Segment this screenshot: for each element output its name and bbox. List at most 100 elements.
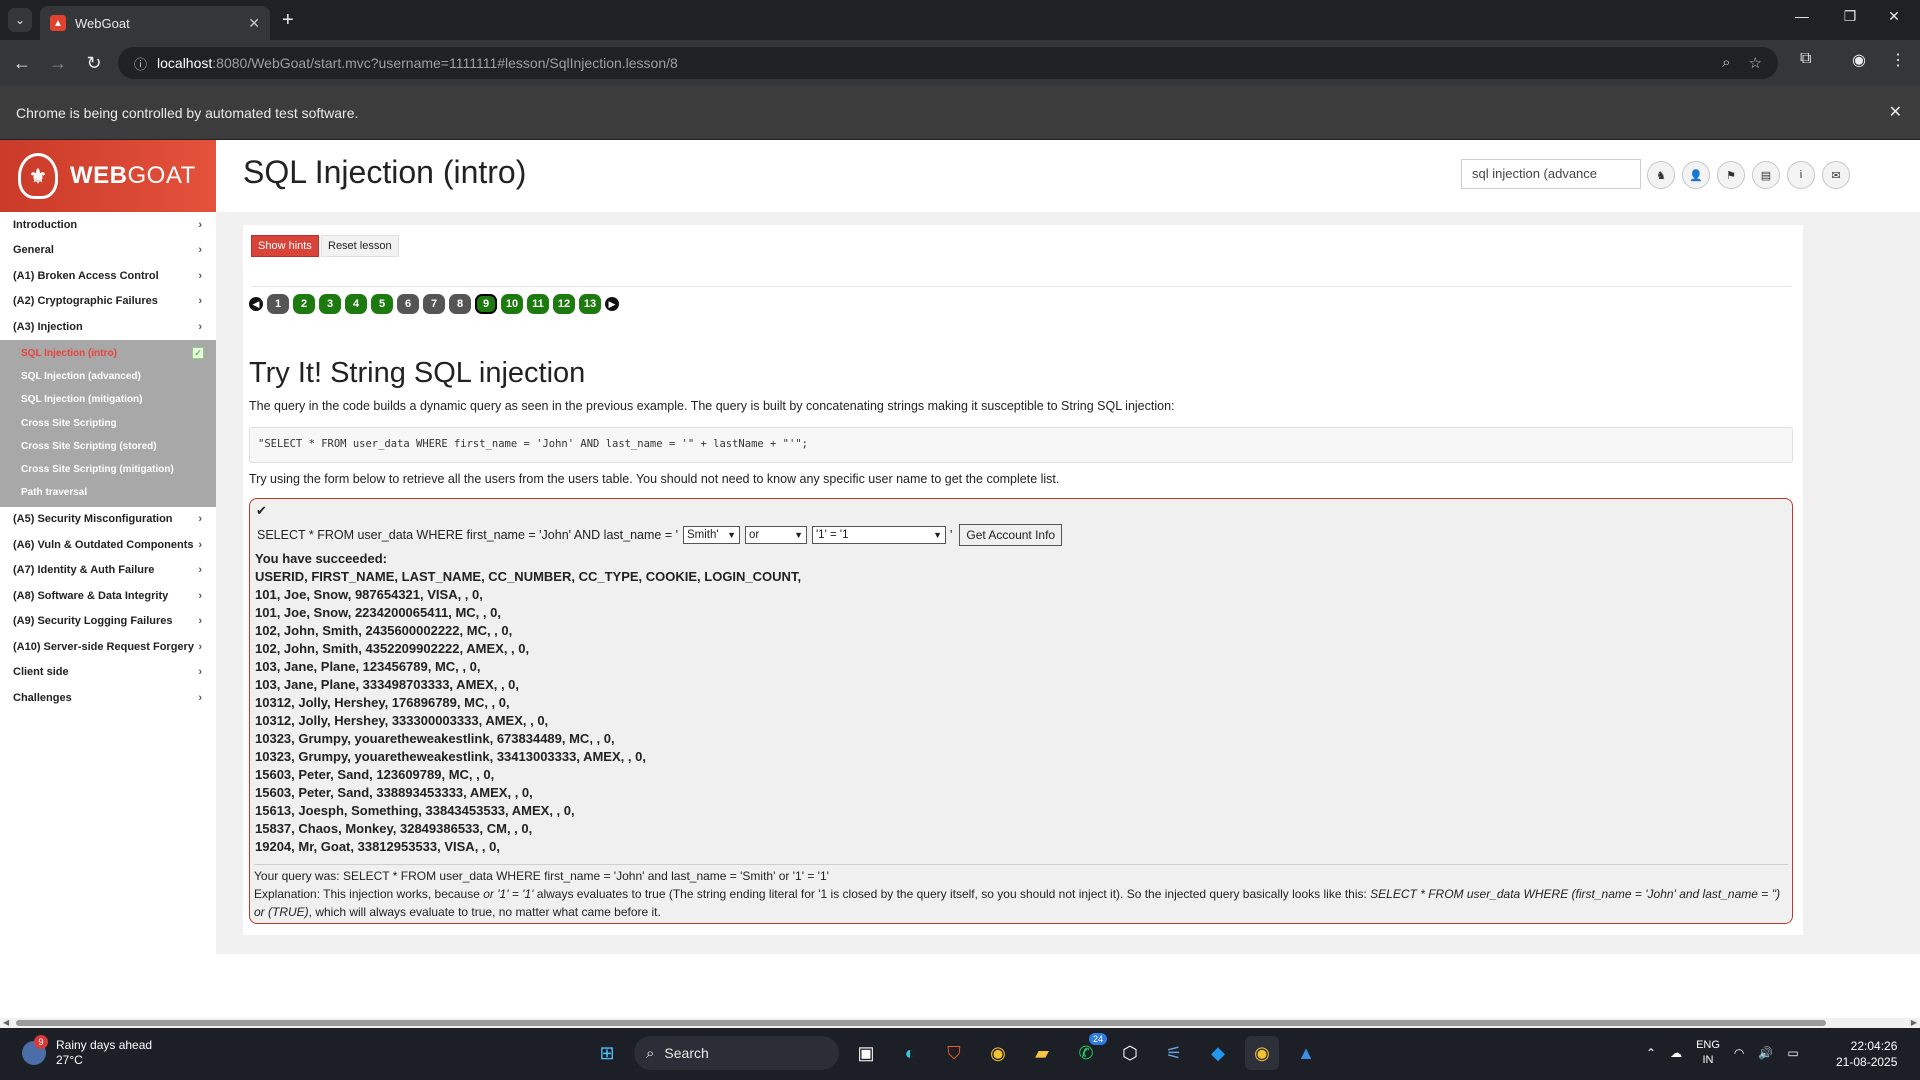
volume-icon[interactable]: 🔊	[1758, 1046, 1773, 1060]
sidebar-item-a6[interactable]: (A6) Vuln & Outdated Components ›	[0, 532, 216, 558]
submenu-path-traversal[interactable]: Path traversal	[0, 481, 216, 504]
sidebar-item-a7[interactable]: (A7) Identity & Auth Failure ›	[0, 558, 216, 584]
bookmark-star-icon[interactable]: ☆	[1749, 54, 1762, 72]
sidebar-item-introduction[interactable]: Introduction ›	[0, 212, 216, 238]
tab-close-icon[interactable]: ✕	[248, 15, 260, 32]
restore-icon[interactable]: ❐	[1830, 8, 1870, 25]
browser-menu-icon[interactable]: ⋮	[1890, 50, 1906, 70]
contact-mail-icon[interactable]: ✉	[1822, 161, 1850, 189]
sidebar-item-a1[interactable]: (A1) Broken Access Control ›	[0, 263, 216, 289]
taskbar-clock[interactable]: 22:04:26 21-08-2025	[1836, 1038, 1897, 1070]
report-card-icon[interactable]: ▤	[1752, 161, 1780, 189]
wireshark-icon[interactable]: ⚟	[1157, 1036, 1191, 1070]
language-indicator[interactable]: ENG IN	[1696, 1038, 1720, 1068]
sidebar-item-a3[interactable]: (A3) Injection ›	[0, 314, 216, 340]
page-link-3[interactable]: 3	[319, 294, 341, 314]
page-link-2[interactable]: 2	[293, 294, 315, 314]
language-flag-icon[interactable]: ⚑	[1717, 161, 1745, 189]
scrollbar-thumb[interactable]	[16, 1020, 1826, 1026]
show-hints-button[interactable]: Show hints	[251, 235, 319, 257]
lesson-search-input[interactable]: sql injection (advance	[1461, 159, 1641, 189]
page-link-9-current[interactable]: 9	[475, 294, 497, 314]
profile-icon[interactable]: ◉	[1852, 50, 1866, 70]
sidebar-item-challenges[interactable]: Challenges ›	[0, 685, 216, 711]
page-link-6[interactable]: 6	[397, 294, 419, 314]
get-account-info-button[interactable]: Get Account Info	[959, 524, 1063, 546]
windows-start-icon[interactable]: ⊞	[590, 1036, 624, 1070]
sidebar-item-client-side[interactable]: Client side ›	[0, 660, 216, 686]
onedrive-cloud-icon[interactable]: ☁	[1670, 1046, 1682, 1060]
chevron-right-icon: ›	[198, 538, 202, 551]
forward-icon[interactable]: →	[45, 50, 71, 76]
window-close-icon[interactable]: ✕	[1874, 8, 1914, 25]
brave-icon[interactable]: ⛉	[937, 1036, 971, 1070]
tab-search-dropdown-icon[interactable]: ⌄	[8, 8, 32, 32]
infobar-close-icon[interactable]: ✕	[1889, 102, 1902, 122]
chrome-active-icon[interactable]: ◉	[1245, 1036, 1279, 1070]
lesson-heading: Try It! String SQL injection	[249, 357, 586, 389]
page-link-4[interactable]: 4	[345, 294, 367, 314]
operator-select[interactable]: or ▼	[744, 526, 807, 544]
home-goat-icon[interactable]: ♞	[1647, 161, 1675, 189]
page-link-8[interactable]: 8	[449, 294, 471, 314]
unity-icon[interactable]: ⬡	[1113, 1036, 1147, 1070]
next-page-icon[interactable]: ▶	[605, 297, 619, 311]
page-link-11[interactable]: 11	[527, 294, 549, 314]
page-link-7[interactable]: 7	[423, 294, 445, 314]
prev-page-icon[interactable]: ◀	[249, 297, 263, 311]
sidebar-item-a5[interactable]: (A5) Security Misconfiguration ›	[0, 507, 216, 533]
page-link-12[interactable]: 12	[553, 294, 575, 314]
scroll-right-icon[interactable]: ▶	[1911, 1018, 1917, 1027]
chrome-icon[interactable]: ◉	[981, 1036, 1015, 1070]
scroll-left-icon[interactable]: ◀	[3, 1018, 9, 1027]
lesson-sidebar: ⚜ WEBGOAT Introduction › General › (A1) Br…	[0, 140, 216, 1018]
weather-widget[interactable]: 9 Rainy days ahead 27°C	[22, 1035, 152, 1068]
chevron-right-icon: ›	[198, 320, 202, 333]
taskbar-search[interactable]: ⌕ Search	[634, 1036, 839, 1070]
submenu-sql-injection-intro[interactable]: SQL Injection (intro) ✓	[0, 342, 216, 365]
horizontal-scrollbar[interactable]: ◀ ▶	[0, 1018, 1920, 1028]
app-icon[interactable]: ▲	[1289, 1036, 1323, 1070]
sidebar-item-a8[interactable]: (A8) Software & Data Integrity ›	[0, 583, 216, 609]
address-bar[interactable]: ⓘ localhost:8080/WebGoat/start.mvc?usern…	[118, 47, 1778, 79]
submenu-xss-stored[interactable]: Cross Site Scripting (stored)	[0, 435, 216, 458]
wifi-icon[interactable]: ◠	[1734, 1046, 1744, 1060]
result-row: 101, Joe, Snow, 987654321, VISA, , 0,	[255, 587, 483, 602]
extensions-icon[interactable]: ⧉	[1800, 50, 1811, 68]
docker-icon[interactable]: ◆	[1201, 1036, 1235, 1070]
whatsapp-icon[interactable]: ✆ 24	[1069, 1033, 1107, 1070]
results-header-row: USERID, FIRST_NAME, LAST_NAME, CC_NUMBER…	[255, 569, 802, 584]
tray-overflow-icon[interactable]: ⌃	[1646, 1046, 1656, 1060]
result-row: 10323, Grumpy, youaretheweakestlink, 673…	[255, 731, 615, 746]
edge-icon[interactable]: ◐	[893, 1036, 927, 1070]
about-info-icon[interactable]: i	[1787, 161, 1815, 189]
sidebar-item-general[interactable]: General ›	[0, 238, 216, 264]
sidebar-item-a10[interactable]: (A10) Server-side Request Forgery ›	[0, 634, 216, 660]
browser-tab-webgoat[interactable]: ▲ WebGoat ✕	[40, 6, 270, 40]
user-menu-icon[interactable]: 👤	[1682, 161, 1710, 189]
sidebar-item-a2[interactable]: (A2) Cryptographic Failures ›	[0, 289, 216, 315]
submenu-xss-mitigation[interactable]: Cross Site Scripting (mitigation)	[0, 458, 216, 481]
minimize-icon[interactable]: —	[1782, 8, 1822, 24]
reload-icon[interactable]: ↻	[81, 50, 107, 76]
webgoat-logo[interactable]: ⚜ WEBGOAT	[0, 140, 216, 212]
page-link-1[interactable]: 1	[267, 294, 289, 314]
site-info-icon[interactable]: ⓘ	[134, 54, 147, 73]
reset-lesson-button[interactable]: Reset lesson	[321, 235, 399, 257]
sidebar-item-a9[interactable]: (A9) Security Logging Failures ›	[0, 609, 216, 635]
zoom-icon[interactable]: ⌕	[1722, 54, 1730, 72]
task-view-icon[interactable]: ▣	[849, 1036, 883, 1070]
submenu-sql-injection-mitigation[interactable]: SQL Injection (mitigation)	[0, 388, 216, 411]
page-link-5[interactable]: 5	[371, 294, 393, 314]
back-icon[interactable]: ←	[9, 50, 35, 76]
new-tab-icon[interactable]: +	[282, 8, 294, 32]
page-link-13[interactable]: 13	[579, 294, 601, 314]
lastname-select[interactable]: Smith' ▼	[682, 526, 740, 544]
file-explorer-icon[interactable]: ▰	[1025, 1036, 1059, 1070]
battery-icon[interactable]: ▭	[1787, 1046, 1798, 1060]
page-link-10[interactable]: 10	[501, 294, 523, 314]
submenu-xss[interactable]: Cross Site Scripting	[0, 411, 216, 434]
condition-select[interactable]: '1' = '1 ▼	[811, 526, 946, 544]
injection-submenu: SQL Injection (intro) ✓ SQL Injection (ad…	[0, 339, 216, 507]
submenu-sql-injection-advanced[interactable]: SQL Injection (advanced)	[0, 365, 216, 388]
